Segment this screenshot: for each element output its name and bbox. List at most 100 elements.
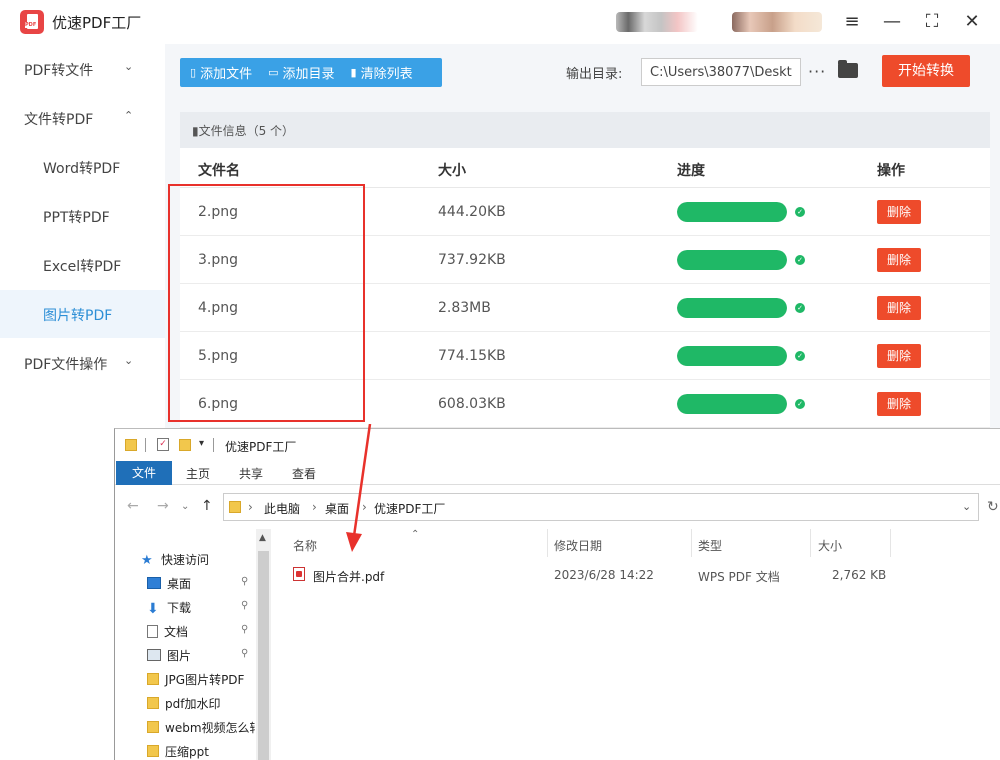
pin-icon[interactable]: ⚲	[241, 576, 248, 587]
sidebar-item-image-to-pdf[interactable]: 图片转PDF	[0, 290, 165, 338]
column-separator[interactable]	[890, 529, 891, 557]
nav-pane-scrollbar[interactable]: ▲	[256, 529, 271, 760]
sidebar-item-pdf-to-file[interactable]: PDF转文件 ⌄	[0, 45, 165, 93]
column-modified[interactable]: 修改日期	[554, 537, 602, 554]
tree-item-label: JPG图片转PDF	[165, 672, 245, 687]
file-list-item[interactable]: 图片合并.pdf 2023/6/28 14:22 WPS PDF 文档 2,76…	[285, 563, 895, 587]
start-convert-button[interactable]: 开始转换	[882, 55, 970, 87]
tab-share[interactable]: 共享	[239, 465, 263, 482]
maximize-icon[interactable]: ⛶	[920, 10, 944, 34]
delete-button[interactable]: 删除	[877, 200, 921, 224]
column-size[interactable]: 大小	[818, 537, 842, 554]
delete-button[interactable]: 删除	[877, 344, 921, 368]
address-bar[interactable]: › 此电脑 › 桌面 › 优速PDF工厂 ⌄	[223, 493, 979, 521]
column-separator[interactable]	[691, 529, 692, 557]
properties-icon[interactable]: ✓	[157, 438, 169, 451]
sidebar-item-file-to-pdf[interactable]: 文件转PDF ⌃	[0, 94, 165, 142]
column-filename: 文件名	[198, 163, 240, 179]
tab-home[interactable]: 主页	[186, 465, 210, 482]
folder-icon: ▭	[268, 66, 279, 79]
minimize-icon[interactable]: —	[880, 10, 904, 34]
progress-fill	[677, 250, 787, 270]
user-name-blurred[interactable]	[732, 12, 822, 32]
pin-icon[interactable]: ⚲	[241, 648, 248, 659]
clear-list-button[interactable]: ▮ 清除列表	[351, 63, 413, 82]
new-folder-icon[interactable]	[179, 439, 191, 451]
tree-item-label: 快速访问	[161, 552, 210, 567]
chevron-down-icon[interactable]: ⌄	[962, 500, 971, 513]
tree-item-downloads[interactable]: ⬇ 下载	[147, 596, 191, 618]
divider	[213, 438, 214, 452]
scroll-thumb[interactable]	[258, 551, 269, 760]
open-folder-icon[interactable]	[838, 60, 858, 78]
column-name[interactable]: 名称	[293, 537, 317, 554]
ribbon-tabs: 文件 主页 共享 查看	[115, 461, 1000, 485]
tree-item-label: 文档	[164, 624, 189, 639]
tree-item-folder[interactable]: JPG图片转PDF	[147, 668, 244, 690]
folder-icon	[147, 697, 159, 709]
output-dir-input[interactable]	[641, 58, 801, 86]
tree-item-label: 图片	[167, 648, 192, 663]
file-info-label: ▮文件信息（5 个）	[192, 124, 295, 138]
back-arrow-icon[interactable]: ←	[127, 498, 139, 514]
recent-dropdown-icon[interactable]: ⌄	[181, 501, 189, 512]
app-title: 优速PDF工厂	[52, 14, 142, 32]
file-size: 2,762 KB	[832, 568, 887, 582]
tree-item-quick-access[interactable]: ★ 快速访问	[141, 548, 209, 570]
file-button-group: ▯ 添加文件 ▭ 添加目录 ▮ 清除列表	[180, 58, 442, 87]
sidebar-item-word-to-pdf[interactable]: Word转PDF	[0, 143, 165, 191]
check-icon: ✓	[795, 255, 805, 265]
column-type[interactable]: 类型	[698, 537, 722, 554]
chevron-down-icon: ⌄	[124, 354, 134, 367]
up-arrow-icon[interactable]: ↑	[201, 498, 213, 514]
tree-item-pictures[interactable]: 图片	[147, 644, 191, 666]
menu-icon[interactable]: ≡	[840, 10, 864, 34]
explorer-title-bar: ✓ ▾ 优速PDF工厂	[115, 429, 1000, 461]
sidebar-item-pdf-operations[interactable]: PDF文件操作 ⌄	[0, 339, 165, 387]
add-file-label: 添加文件	[200, 67, 253, 82]
pin-icon[interactable]: ⚲	[241, 600, 248, 611]
delete-button[interactable]: 删除	[877, 392, 921, 416]
progress-bar	[677, 298, 787, 318]
column-separator[interactable]	[547, 529, 548, 557]
tab-view[interactable]: 查看	[292, 465, 316, 482]
pdf-file-icon	[293, 567, 305, 581]
tree-item-desktop[interactable]: 桌面	[147, 572, 191, 594]
tree-item-documents[interactable]: 文档	[147, 620, 188, 642]
sidebar-item-excel-to-pdf[interactable]: Excel转PDF	[0, 241, 165, 289]
sidebar-item-ppt-to-pdf[interactable]: PPT转PDF	[0, 192, 165, 240]
pin-icon[interactable]: ⚲	[241, 624, 248, 635]
refresh-icon[interactable]: ↻	[987, 499, 999, 515]
annotation-highlight-box	[168, 184, 365, 422]
download-icon: ⬇	[147, 601, 159, 617]
close-icon[interactable]: ✕	[960, 10, 984, 34]
scroll-up-icon[interactable]: ▲	[259, 533, 266, 543]
progress-bar	[677, 394, 787, 414]
check-icon: ✓	[795, 207, 805, 217]
title-bar: 优速PDF工厂 ≡ — ⛶ ✕	[0, 0, 1000, 44]
more-options-icon[interactable]: ···	[808, 58, 826, 86]
explorer-title: 优速PDF工厂	[225, 440, 297, 454]
tree-item-folder[interactable]: pdf加水印	[147, 692, 220, 714]
divider	[145, 438, 146, 452]
document-icon	[147, 624, 158, 638]
delete-button[interactable]: 删除	[877, 296, 921, 320]
sidebar-item-label: PDF转文件	[24, 63, 94, 79]
sidebar-item-label: 文件转PDF	[24, 112, 94, 128]
quick-access-toolbar-dropdown-icon[interactable]: ▾	[199, 438, 204, 449]
sidebar-item-label: 图片转PDF	[43, 308, 113, 324]
delete-button[interactable]: 删除	[877, 248, 921, 272]
breadcrumb-item[interactable]: 优速PDF工厂	[374, 500, 445, 517]
column-separator[interactable]	[810, 529, 811, 557]
add-file-button[interactable]: ▯ 添加文件	[190, 63, 252, 82]
breadcrumb-item[interactable]: 此电脑	[264, 500, 300, 517]
add-directory-button[interactable]: ▭ 添加目录	[268, 63, 334, 82]
user-avatar-blurred[interactable]	[616, 12, 698, 32]
file-type: WPS PDF 文档	[698, 570, 780, 584]
tab-file[interactable]: 文件	[116, 461, 172, 485]
folder-icon	[147, 721, 159, 733]
tree-item-folder[interactable]: 压缩ppt	[147, 740, 209, 760]
tree-item-folder[interactable]: webm视频怎么转	[147, 716, 255, 738]
forward-arrow-icon[interactable]: →	[157, 498, 169, 514]
tree-item-label: pdf加水印	[165, 696, 221, 711]
